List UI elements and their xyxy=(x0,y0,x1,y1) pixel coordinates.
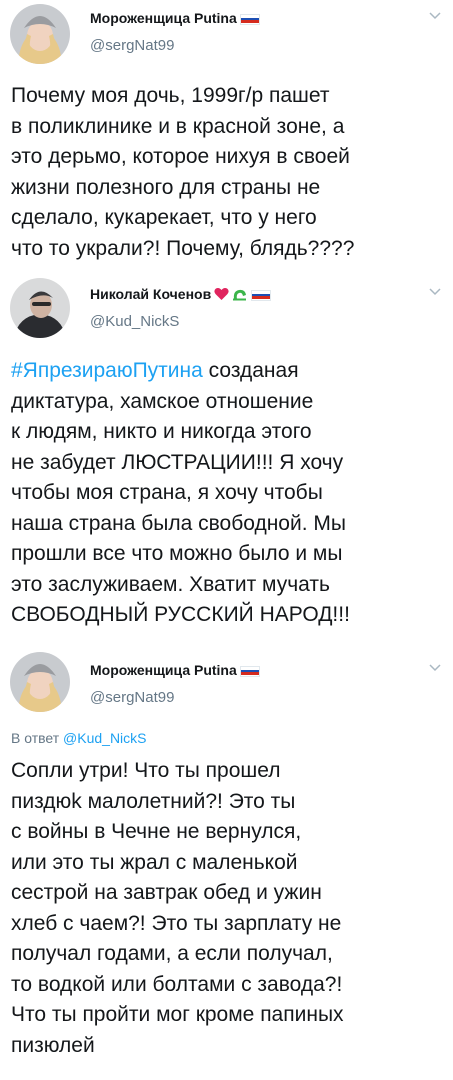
reply-prefix: В ответ xyxy=(11,730,64,746)
handle[interactable]: @sergNat99 xyxy=(90,689,174,706)
handle[interactable]: @sergNat99 xyxy=(90,37,174,54)
avatar-image xyxy=(10,652,70,712)
tweet-text: Почему моя дочь, 1999г/р пашет в поликли… xyxy=(11,84,355,260)
chevron-down-icon[interactable] xyxy=(429,12,441,20)
display-name[interactable]: Николай Коченов xyxy=(90,286,272,302)
display-name-text: Николай Коченов xyxy=(90,286,212,302)
display-name[interactable]: Мороженщица Putina xyxy=(90,10,260,26)
russian-flag-icon xyxy=(251,289,272,301)
avatar[interactable] xyxy=(10,652,70,712)
russian-flag-icon xyxy=(239,665,260,677)
avatar-image xyxy=(10,4,70,64)
display-name[interactable]: Мороженщица Putina xyxy=(90,662,260,678)
tweet-1: Мороженщица Putina @sergNat99 Почему моя… xyxy=(0,0,453,280)
handle[interactable]: @Kud_NickS xyxy=(90,313,179,330)
tweet-2: Николай Коченов @Kud_NickS #ЯпрезираюПут… xyxy=(0,270,453,650)
chevron-down-icon[interactable] xyxy=(429,288,441,296)
hashtag-link[interactable]: #ЯпрезираюПутина xyxy=(11,359,203,382)
tweet-3: Мороженщица Putina @sergNat99 В ответ @K… xyxy=(0,640,453,1080)
chevron-down-icon[interactable] xyxy=(429,664,441,672)
avatar[interactable] xyxy=(10,4,70,64)
avatar-image xyxy=(10,278,70,338)
reply-context: В ответ @Kud_NickS xyxy=(11,730,147,746)
tweet-text: #ЯпрезираюПутина созданая диктатура, хам… xyxy=(11,356,441,631)
tweet-body: созданая диктатура, хамское отношение к … xyxy=(11,359,350,626)
display-name-text: Мороженщица Putina xyxy=(90,662,237,678)
green-lamp-icon xyxy=(233,289,247,301)
tweet-text: Сопли утри! Что ты прошел пиздюk малолет… xyxy=(11,759,344,1057)
russian-flag-icon xyxy=(239,13,260,25)
reply-mention-link[interactable]: @Kud_NickS xyxy=(63,730,146,746)
display-name-text: Мороженщица Putina xyxy=(90,10,237,26)
avatar[interactable] xyxy=(10,278,70,338)
red-heart-icon xyxy=(214,288,229,300)
